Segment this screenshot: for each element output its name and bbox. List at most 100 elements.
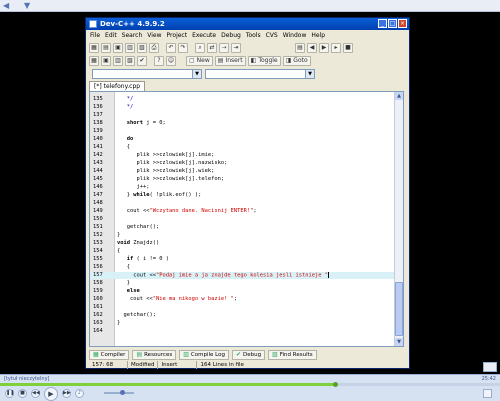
code-line[interactable]: 143 plik >>czlowiek[j].nazwisko; xyxy=(90,160,395,167)
forward-icon[interactable]: ▶ xyxy=(319,43,329,53)
class-combo[interactable]: ▼ xyxy=(92,69,202,79)
compile-icon[interactable]: ▤ xyxy=(295,43,305,53)
code-line[interactable]: 141 { xyxy=(90,144,395,151)
project-icon[interactable]: ▦ xyxy=(89,43,99,53)
volume-knob[interactable] xyxy=(120,390,125,395)
chevron-down-icon[interactable]: ▼ xyxy=(305,70,314,78)
code-line[interactable]: 161 xyxy=(90,304,395,311)
about-icon[interactable]: ☺ xyxy=(166,56,176,66)
menu-search[interactable]: Search xyxy=(122,32,143,39)
chevron-down-icon[interactable]: ▼ xyxy=(192,70,201,78)
code-editor[interactable]: 135 */136 */137 138 short j = 0; 139 140 do… xyxy=(89,91,404,347)
menu-cvs[interactable]: CVS xyxy=(266,32,278,39)
code-line[interactable]: 145 plik >>czlowiek[j].telefon; xyxy=(90,176,395,183)
code-line[interactable]: 158 } xyxy=(90,280,395,287)
menu-view[interactable]: View xyxy=(147,32,161,39)
menu-arrow-icon[interactable]: ▼ xyxy=(24,1,30,10)
member-combo[interactable]: ▼ xyxy=(205,69,315,79)
code-line[interactable]: 152} xyxy=(90,232,395,239)
code-line[interactable]: 164 xyxy=(90,328,395,335)
code-line[interactable]: 135 */ xyxy=(90,96,395,103)
scroll-down-icon[interactable]: ▼ xyxy=(395,338,403,346)
check-icon[interactable]: ✔ xyxy=(137,56,147,66)
goto-button[interactable]: ◨ Goto xyxy=(282,56,311,66)
compile-button-icon[interactable]: ▦ xyxy=(89,56,99,66)
menu-tools[interactable]: Tools xyxy=(246,32,261,39)
menu-help[interactable]: Help xyxy=(311,32,325,39)
code-line[interactable]: 146 j++; xyxy=(90,184,395,191)
code-line[interactable]: 138 short j = 0; xyxy=(90,120,395,127)
code-line[interactable]: 163} xyxy=(90,320,395,327)
toggle-button[interactable]: ◧ Toggle xyxy=(247,56,281,66)
restore-box-icon[interactable] xyxy=(483,362,497,372)
code-line[interactable]: 137 xyxy=(90,112,395,119)
next-icon[interactable]: ▶▶ xyxy=(62,389,71,398)
code-line[interactable]: 148 xyxy=(90,200,395,207)
code-line[interactable]: 149 cout <<"Wczytano dane. Nacisnij ENTE… xyxy=(90,208,395,215)
seek-bar[interactable] xyxy=(0,382,500,387)
close-file-icon[interactable]: ▧ xyxy=(137,43,147,53)
tab-resources[interactable]: ▤ Resources xyxy=(132,349,177,360)
code-line[interactable]: 139 xyxy=(90,128,395,135)
code-line[interactable]: 150 xyxy=(90,216,395,223)
scroll-up-icon[interactable]: ▲ xyxy=(395,92,403,100)
menu-edit[interactable]: Edit xyxy=(105,32,117,39)
maximize-button[interactable]: □ xyxy=(388,19,397,28)
new-button[interactable]: ▢ New xyxy=(186,56,213,66)
rebuild-icon[interactable]: ▧ xyxy=(125,56,135,66)
code-line[interactable]: 162 getchar(); xyxy=(90,312,395,319)
menu-debug[interactable]: Debug xyxy=(221,32,241,39)
code-line[interactable]: 157 cout <<"Podaj imie a ja znajde tego … xyxy=(90,272,395,279)
insert-button[interactable]: ▤ Insert xyxy=(214,56,246,66)
mute-icon[interactable]: ♪ xyxy=(75,389,84,398)
code-line[interactable]: 136 */ xyxy=(90,104,395,111)
minimize-button[interactable]: _ xyxy=(378,19,387,28)
volume-slider[interactable] xyxy=(104,390,134,395)
save-all-icon[interactable]: ▥ xyxy=(125,43,135,53)
redo-icon[interactable]: ↷ xyxy=(178,43,188,53)
code-line[interactable]: 155 if ( i != 0 ) xyxy=(90,256,395,263)
code-line[interactable]: 154 { xyxy=(90,248,395,255)
previous-icon[interactable]: ◀◀ xyxy=(31,389,40,398)
code-line[interactable]: 140 do xyxy=(90,136,395,143)
back-arrow-icon[interactable]: ◀ xyxy=(3,1,9,10)
pause-icon[interactable]: ❚❚ xyxy=(5,389,14,398)
run-icon[interactable]: ▣ xyxy=(101,56,111,66)
code-line[interactable]: 144 plik >>czlowiek[j].wiek; xyxy=(90,168,395,175)
save-icon[interactable]: ▣ xyxy=(113,43,123,53)
goto-line-icon[interactable]: ⇥ xyxy=(231,43,241,53)
step-icon[interactable]: ▸ xyxy=(331,43,341,53)
tab-find-results[interactable]: ▧ Find Results xyxy=(268,349,317,360)
find-icon[interactable]: ⌕ xyxy=(195,43,205,53)
back-icon[interactable]: ◀ xyxy=(307,43,317,53)
stop-icon[interactable]: ■ xyxy=(18,389,27,398)
scroll-thumb[interactable] xyxy=(395,282,403,336)
open-icon[interactable]: ▤ xyxy=(101,43,111,53)
replace-icon[interactable]: ⇄ xyxy=(207,43,217,53)
menu-window[interactable]: Window xyxy=(283,32,307,39)
compile-run-icon[interactable]: ▥ xyxy=(113,56,123,66)
code-line[interactable]: 153 void Znajdz() xyxy=(90,240,395,247)
print-icon[interactable]: ⎙ xyxy=(149,43,159,53)
code-line[interactable]: 147 } while( !plik.eof() ); xyxy=(90,192,395,199)
code-line[interactable]: 160 cout <<"Nie ma nikogo w bazie! "; xyxy=(90,296,395,303)
vertical-scrollbar[interactable]: ▲ ▼ xyxy=(394,92,403,346)
tab-compile-log[interactable]: ▥ Compile Log xyxy=(179,349,229,360)
tab-debug[interactable]: ✔ Debug xyxy=(231,349,266,360)
code-line[interactable]: 151 getchar(); xyxy=(90,224,395,231)
code-line[interactable]: 159 else xyxy=(90,288,395,295)
fullscreen-icon[interactable] xyxy=(483,389,492,398)
code-line[interactable]: 142 plik >>czlowiek[j].imie; xyxy=(90,152,395,159)
menu-file[interactable]: File xyxy=(90,32,100,39)
close-button[interactable]: × xyxy=(398,19,407,28)
find-next-icon[interactable]: ⇢ xyxy=(219,43,229,53)
code-line[interactable]: 156 { xyxy=(90,264,395,271)
play-icon[interactable]: ▶ xyxy=(44,386,58,401)
help-icon[interactable]: ? xyxy=(154,56,164,66)
tab-compiler[interactable]: ▦ Compiler xyxy=(89,349,130,360)
seek-knob[interactable] xyxy=(333,382,338,387)
undo-icon[interactable]: ↶ xyxy=(166,43,176,53)
menu-project[interactable]: Project xyxy=(167,32,188,39)
menu-execute[interactable]: Execute xyxy=(192,32,216,39)
stop-icon[interactable]: ■ xyxy=(343,43,353,53)
